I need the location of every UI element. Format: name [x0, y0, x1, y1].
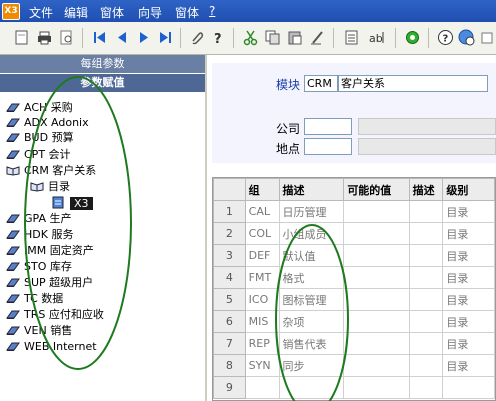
clear-icon[interactable] — [309, 29, 326, 46]
help-context-icon[interactable]: ? — [210, 29, 227, 46]
annotation-oval-right — [275, 224, 349, 401]
new-document-icon[interactable] — [13, 29, 30, 46]
next-record-icon[interactable] — [135, 29, 152, 46]
svg-text:?: ? — [214, 32, 222, 46]
attachment-icon[interactable] — [188, 29, 205, 46]
first-record-icon[interactable] — [91, 29, 108, 46]
help-icon[interactable]: ? — [437, 29, 454, 46]
refresh-icon[interactable] — [404, 29, 421, 46]
cut-icon[interactable] — [242, 29, 259, 46]
left-pane: 每组参数 参数赋值 ACH 采购 ADX Adonix BUD 预算 CPT 会… — [0, 55, 207, 401]
right-pane: 模块 CRM 客户关系 公司 地点 组 描述 可能的值 描述 级别 1 CAL … — [207, 55, 496, 401]
menu-window[interactable]: 窗体 — [100, 4, 124, 21]
menu-window-2[interactable]: 窗体 — [175, 4, 199, 21]
app-logo-icon: X3 — [2, 3, 20, 20]
copy-icon[interactable] — [264, 29, 281, 46]
last-record-icon[interactable] — [157, 29, 174, 46]
paste-icon[interactable] — [286, 29, 303, 46]
more-tools-icon[interactable] — [480, 29, 494, 46]
menu-file[interactable]: 文件 — [29, 4, 53, 21]
annotation-oval-left — [24, 76, 132, 370]
svg-text:ab: ab — [369, 32, 383, 45]
menu-bar: X3 文件 编辑 窗体 向导 窗体 ? — [0, 0, 496, 22]
menu-edit[interactable]: 编辑 — [64, 4, 88, 21]
previous-record-icon[interactable] — [114, 29, 131, 46]
list-icon[interactable] — [343, 29, 360, 46]
print-icon[interactable] — [36, 29, 53, 46]
menu-help[interactable]: ? — [209, 4, 215, 18]
internet-help-icon[interactable] — [458, 29, 475, 46]
print-preview-icon[interactable] — [58, 29, 75, 46]
toolbar: ? ab ? — [0, 22, 496, 55]
svg-text:?: ? — [443, 34, 449, 45]
text-format-icon[interactable]: ab — [367, 29, 387, 46]
menu-wizard[interactable]: 向导 — [138, 4, 162, 21]
